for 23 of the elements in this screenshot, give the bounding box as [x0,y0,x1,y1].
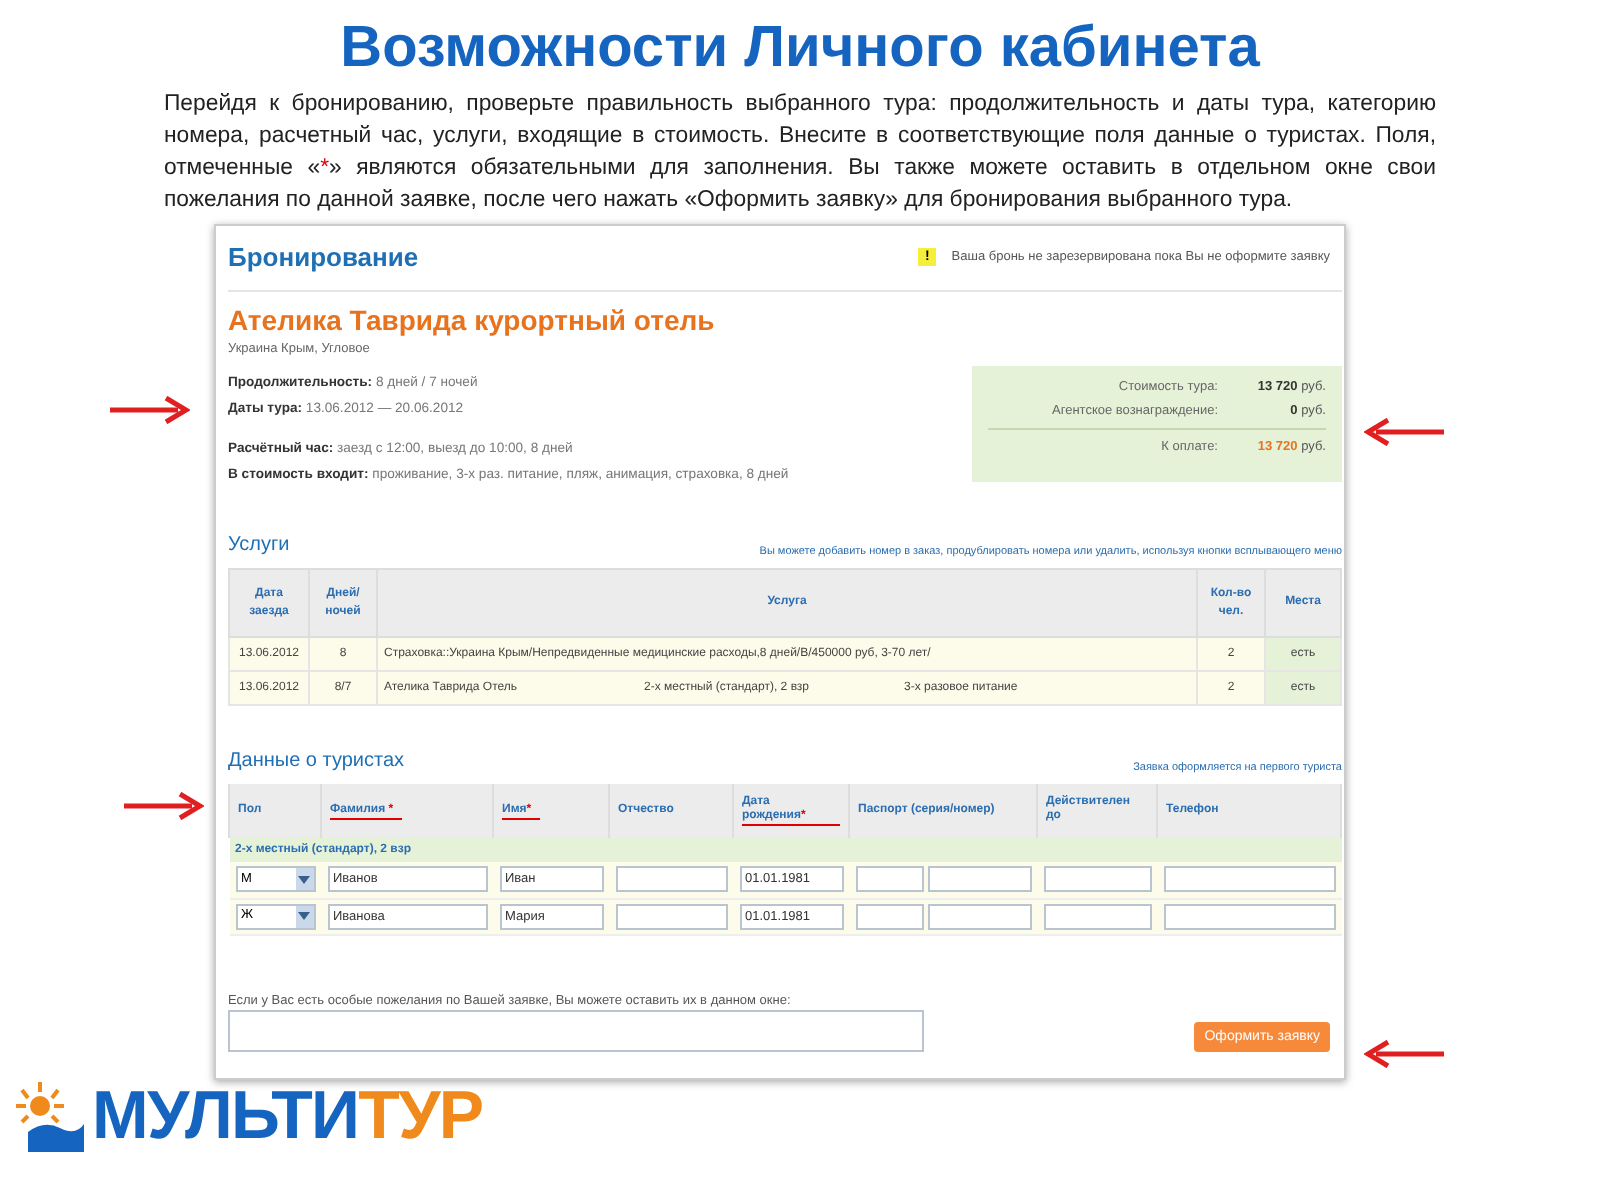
input-field[interactable] [1043,903,1151,929]
input-field[interactable] [927,903,1031,929]
input-field[interactable] [1043,866,1151,893]
page-heading: Бронирование [228,240,419,276]
arrow-icon [110,396,190,424]
input-field[interactable] [1163,866,1335,893]
intro-paragraph: Перейдя к бронированию, проверьте правильность выбранного тура: продолжительность и даты тура, категорию номера, расчетный час, услуги, входящие в стоимость. Внесите в соответствующие поля данные о туристах. Поля, отмеченные «*» являются обязательными для заполнения. Вы также можете оставить в отдельном окне свои пожелания по данной заявке, после чего нажать «Оформить заявку» для бронирования выбранного тура. [164,90,1436,216]
input-field[interactable] [1163,903,1335,929]
input-field[interactable] [927,866,1031,893]
wishes-textarea[interactable] [228,1010,924,1053]
arrow-icon [1364,1040,1444,1068]
input-field[interactable] [615,903,727,929]
input-field[interactable] [855,903,923,929]
slide-title: Возможности Личного кабинета [338,14,1262,84]
hotel-name: Ателика Таврида курортный отель [228,301,717,337]
section-title: Данные о туристах [228,748,405,776]
input-field[interactable] [855,866,923,893]
sun-wave-logo-icon [16,1080,84,1152]
input-field[interactable] [615,866,727,893]
logo-wordmark: МУЛЬТИТУР [92,1080,483,1152]
section-title: Услуги [228,532,290,560]
arrow-icon [124,792,204,820]
arrow-icon [1364,418,1444,446]
